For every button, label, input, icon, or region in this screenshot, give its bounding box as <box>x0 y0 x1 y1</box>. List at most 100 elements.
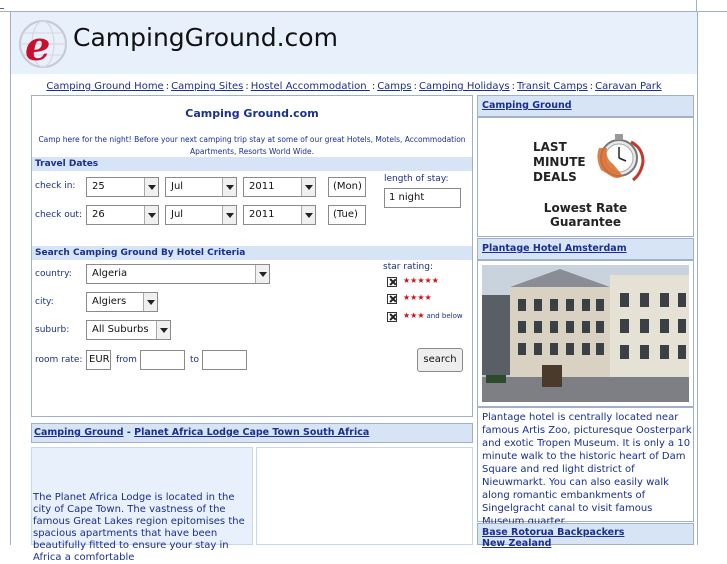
nav-link-camping-sites[interactable]: Camping Sites <box>171 81 243 92</box>
checkin-year-select[interactable]: 2011 <box>243 177 316 197</box>
and-below-label: and below <box>426 312 463 320</box>
site-logo-text[interactable]: CampingGround.com <box>73 23 338 52</box>
divider <box>696 0 697 12</box>
chevron-down-icon <box>255 265 269 283</box>
nav-separator: : <box>413 81 417 92</box>
nav-separator: : <box>371 81 376 92</box>
base-rotorua-link-line1[interactable]: Base Rotorua Backpackers <box>482 527 693 538</box>
sidebar-next-heading: Base Rotorua Backpackers New Zealand <box>477 523 694 549</box>
heading-dash: - <box>123 427 135 438</box>
chevron-down-icon <box>144 206 158 224</box>
camping-ground-bottom-link[interactable]: Camping Ground <box>34 427 124 438</box>
globe-e-logo-icon[interactable]: e <box>17 18 69 70</box>
checkin-month-select[interactable]: Jul <box>165 177 237 197</box>
checkout-year-select[interactable]: 2011 <box>243 205 316 225</box>
last-minute-deals-text: LAST MINUTE DEALS <box>533 140 593 185</box>
site-header: e CampingGround.com <box>10 12 698 74</box>
nav-link-camps[interactable]: Camps <box>377 81 411 92</box>
nav-separator: : <box>511 81 515 92</box>
chevron-down-icon <box>156 321 170 339</box>
chevron-down-icon <box>301 206 315 224</box>
intro-text: Camp here for the night! Before your nex… <box>32 134 472 158</box>
nav-separator: : <box>245 81 249 92</box>
hotel-description: Plantage hotel is centrally located near… <box>482 412 692 527</box>
checkout-year-value: 2011 <box>249 209 275 220</box>
lowest-line-2: Guarantee <box>549 215 622 229</box>
currency-field[interactable]: EUR <box>86 350 111 370</box>
chevron-down-icon <box>222 206 236 224</box>
nav-link-transit-camps[interactable]: Transit Camps <box>517 81 588 92</box>
country-label: country: <box>35 269 72 279</box>
chevron-down-icon <box>143 293 157 311</box>
lodge-heading: Camping Ground - Planet Africa Lodge Cap… <box>31 423 473 443</box>
checkout-weekday: (Tue) <box>328 205 366 225</box>
nav-link-camping-holidays[interactable]: Camping Holidays <box>419 81 510 92</box>
plantage-hotel-link[interactable]: Plantage Hotel Amsterdam <box>482 243 627 254</box>
nav-separator: : <box>589 81 594 92</box>
city-label: city: <box>35 297 54 307</box>
checkout-month-value: Jul <box>171 209 184 220</box>
search-button[interactable]: search <box>417 348 463 372</box>
hotel-search-panel: Camping Ground.com Camp here for the nig… <box>31 95 473 417</box>
sidebar-hotel-heading: Plantage Hotel Amsterdam <box>477 238 694 260</box>
hotel-building-photo[interactable] <box>482 265 689 402</box>
length-of-stay-label: length of stay: <box>384 174 449 184</box>
city-select[interactable]: Algiers <box>86 292 158 312</box>
svg-text:e: e <box>25 23 50 70</box>
checkin-weekday: (Mon) <box>328 177 366 197</box>
chevron-down-icon <box>144 178 158 196</box>
divider <box>0 8 4 9</box>
nav-separator: : <box>165 81 170 92</box>
suburb-value: All Suburbs <box>92 324 149 335</box>
stopwatch-hand-icon <box>597 134 645 182</box>
chevron-down-icon <box>222 178 236 196</box>
checkin-label: check in: <box>35 181 76 191</box>
nav-links: Camping Ground Home: Camping Sites: Hostel… <box>46 81 661 92</box>
length-of-stay-field[interactable]: 1 night <box>384 188 461 208</box>
nav-link-camping-ground-home[interactable]: Camping Ground Home <box>46 81 163 92</box>
checkout-day-value: 26 <box>92 209 105 220</box>
deal-line-3: DEALS <box>533 170 577 184</box>
deal-line-1: LAST <box>533 140 567 154</box>
checkin-day-value: 25 <box>92 181 105 192</box>
three-star-icons: ★★★ <box>403 311 425 320</box>
deal-line-2: MINUTE <box>533 155 586 169</box>
checkout-label: check out: <box>35 210 82 220</box>
nav-link-caravan-park[interactable]: Caravan Park <box>595 81 662 92</box>
star-3-checkbox[interactable] <box>387 312 397 322</box>
three-star-row: ★★★ and below <box>403 311 463 320</box>
checkin-day-select[interactable]: 25 <box>86 177 159 197</box>
checkout-day-select[interactable]: 26 <box>86 205 159 225</box>
suburb-label: suburb: <box>35 325 70 335</box>
camping-ground-link[interactable]: Camping Ground <box>482 100 572 111</box>
base-rotorua-link-line2[interactable]: New Zealand <box>482 538 693 549</box>
intro-line-1: Camp here for the night! Before your nex… <box>38 135 466 144</box>
hotel-criteria-heading: Search Camping Ground By Hotel Criteria <box>32 246 472 260</box>
star-4-checkbox[interactable] <box>387 294 397 304</box>
browser-top-strip <box>0 0 727 12</box>
checkin-year-value: 2011 <box>249 181 275 192</box>
travel-dates-heading: Travel Dates <box>32 157 472 171</box>
star-5-checkbox[interactable] <box>387 277 397 287</box>
nav-link-hostel-accommodation[interactable]: Hostel Accommodation <box>251 81 370 92</box>
city-value: Algiers <box>92 296 127 307</box>
rate-from-field[interactable] <box>140 350 185 370</box>
to-label: to <box>190 355 200 365</box>
star-rating-label: star rating: <box>383 262 433 272</box>
lodge-description: The Planet Africa Lodge is located in th… <box>33 492 245 563</box>
from-label: from <box>116 355 137 365</box>
sidebar-camping-ground-heading: Camping Ground <box>477 95 694 117</box>
page-title: Camping Ground.com <box>185 107 319 120</box>
lowest-rate-guarantee: Lowest Rate Guarantee <box>477 201 694 229</box>
lodge-image-box <box>256 447 473 545</box>
rate-to-field[interactable] <box>202 350 247 370</box>
top-navigation: Camping Ground Home: Camping Sites: Hostel… <box>10 74 698 94</box>
checkin-month-value: Jul <box>171 181 184 192</box>
checkout-month-select[interactable]: Jul <box>165 205 237 225</box>
chevron-down-icon <box>301 178 315 196</box>
four-star-icons: ★★★★ <box>403 293 432 302</box>
planet-africa-lodge-link[interactable]: Planet Africa Lodge Cape Town South Afri… <box>134 427 369 438</box>
suburb-select[interactable]: All Suburbs <box>86 320 171 340</box>
country-select[interactable]: Algeria <box>86 264 270 284</box>
country-value: Algeria <box>92 268 128 279</box>
